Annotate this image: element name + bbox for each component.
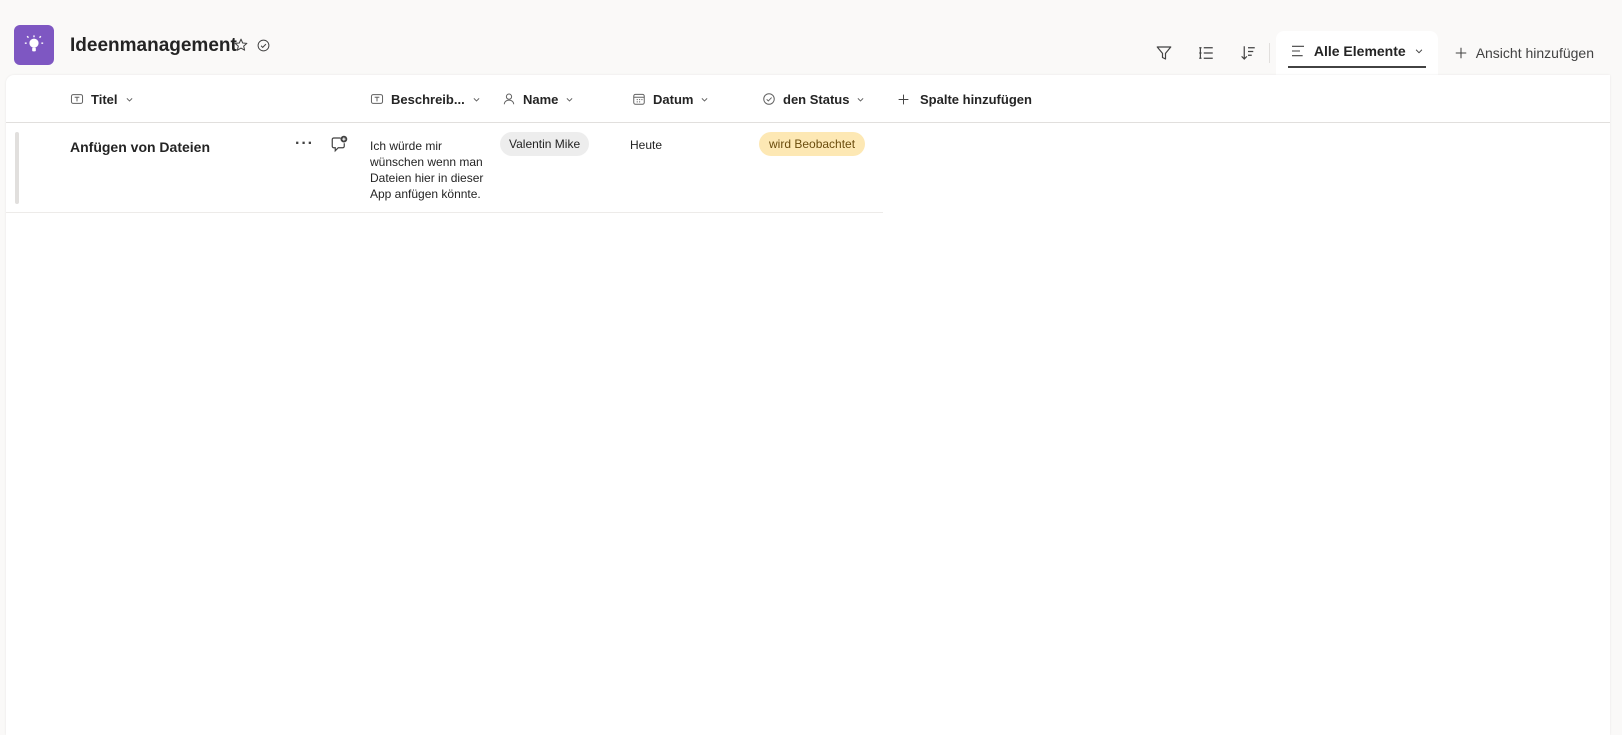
- chevron-down-icon: [126, 97, 132, 102]
- add-view-button[interactable]: Ansicht hinzufügen: [1438, 31, 1608, 75]
- lightbulb-icon: [24, 35, 44, 52]
- column-label: Datum: [653, 91, 694, 107]
- column-header-name[interactable]: Name: [502, 75, 574, 123]
- list-icon: [1199, 47, 1213, 59]
- plus-icon: [898, 94, 909, 104]
- star-icon[interactable]: [234, 38, 248, 57]
- column-header-date[interactable]: Datum: [632, 75, 709, 123]
- filter-icon: [1156, 46, 1172, 60]
- view-lines-icon: [1291, 45, 1304, 57]
- row-description: Ich würde mir wünschen wenn man Dateien …: [370, 139, 484, 201]
- sort-icon: [1241, 46, 1255, 60]
- column-header-title[interactable]: Titel: [70, 75, 134, 123]
- view-selector-tab[interactable]: Alle Elemente: [1275, 31, 1438, 75]
- verified-icon[interactable]: [257, 39, 270, 57]
- chevron-down-icon: [858, 97, 864, 102]
- list-panel: Titel Beschreib... Name Datum den Status…: [6, 75, 1610, 735]
- column-label: Beschreib...: [391, 91, 465, 107]
- toolbar: Alle Elemente Ansicht hinzufügen: [1143, 31, 1608, 75]
- toolbar-divider: [1268, 43, 1270, 63]
- column-header-status[interactable]: den Status: [762, 75, 865, 123]
- plus-icon: [1455, 47, 1466, 59]
- chevron-down-icon: [1415, 49, 1422, 54]
- column-label: den Status: [783, 91, 850, 107]
- text-field-icon: [70, 94, 84, 104]
- chevron-down-icon: [702, 97, 708, 102]
- row-date: Heute: [630, 138, 663, 152]
- calendar-icon: [633, 93, 645, 105]
- person-pill[interactable]: Valentin Mike: [500, 132, 590, 156]
- row-title[interactable]: Anfügen von Dateien: [70, 139, 210, 155]
- column-label: Titel: [91, 91, 118, 107]
- more-options-button[interactable]: ···: [295, 135, 314, 153]
- add-column-button[interactable]: Spalte hinzufügen: [897, 75, 1032, 123]
- group-by-button[interactable]: [1185, 31, 1227, 75]
- sort-button[interactable]: [1227, 31, 1269, 75]
- person-icon: [503, 93, 515, 105]
- add-view-label: Ansicht hinzufügen: [1475, 45, 1594, 61]
- app-icon: [14, 25, 54, 65]
- column-label: Name: [523, 91, 559, 107]
- add-column-label: Spalte hinzufügen: [920, 91, 1032, 107]
- page-title: Ideenmanagement: [70, 35, 237, 56]
- column-header-description[interactable]: Beschreib...: [370, 75, 481, 123]
- chevron-down-icon: [566, 97, 573, 102]
- choice-icon: [763, 93, 775, 105]
- table-row[interactable]: Anfügen von Dateien ··· Ich würde mir wü…: [6, 123, 883, 213]
- text-field-icon: [370, 94, 384, 104]
- chevron-down-icon: [473, 97, 480, 102]
- row-selection-bar[interactable]: [15, 132, 19, 204]
- column-header-row: Titel Beschreib... Name Datum den Status…: [6, 75, 1610, 123]
- filter-button[interactable]: [1143, 31, 1185, 75]
- status-badge[interactable]: wird Beobachtet: [759, 132, 866, 156]
- comment-add-icon: [331, 135, 348, 153]
- view-name: Alle Elemente: [1313, 43, 1406, 59]
- add-comment-button[interactable]: [330, 135, 348, 158]
